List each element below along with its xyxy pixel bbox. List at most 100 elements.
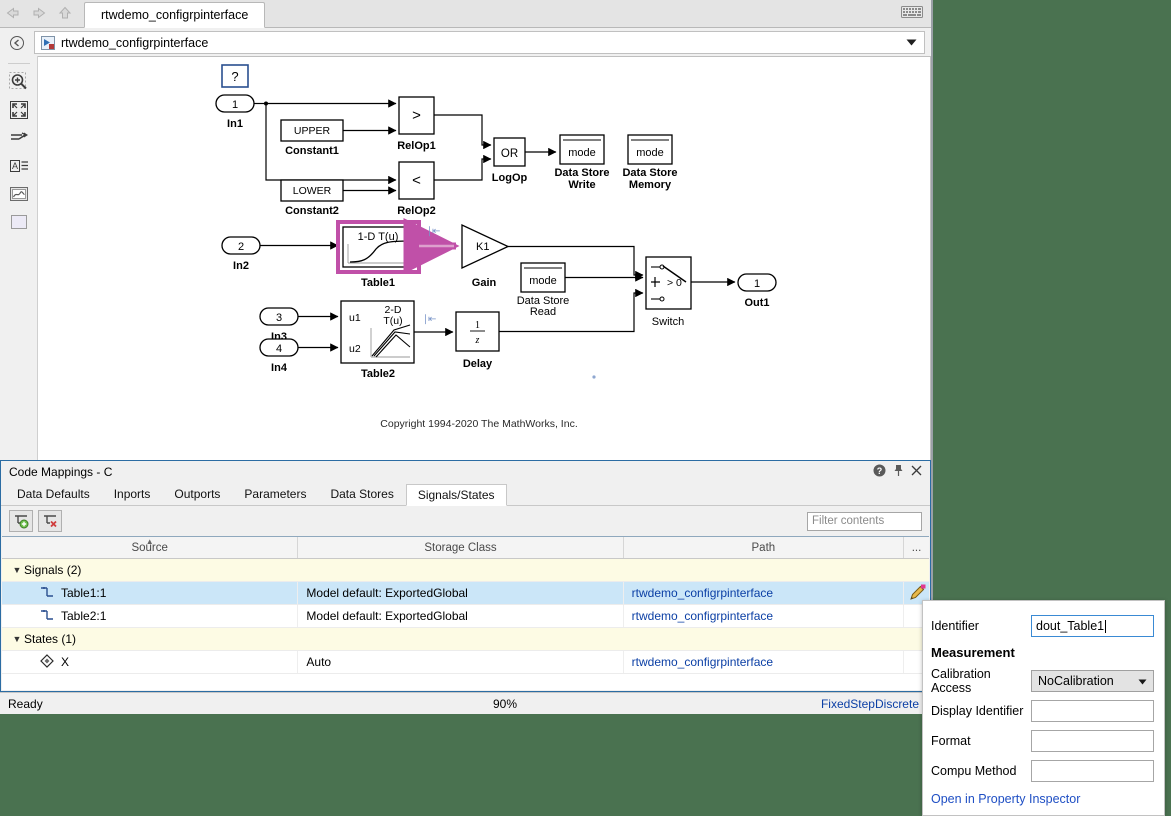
signal-icon <box>40 609 54 624</box>
tab-data-defaults[interactable]: Data Defaults <box>5 483 102 505</box>
text-annotation-icon[interactable]: A <box>6 153 32 179</box>
toolbar-divider <box>7 63 30 64</box>
cell-storage-class[interactable]: Model default: ExportedGlobal <box>298 582 624 604</box>
status-zoom[interactable]: 90% <box>420 697 590 711</box>
svg-text:1: 1 <box>754 278 760 290</box>
group-label-states: States (1) <box>24 632 77 646</box>
keyboard-icon[interactable] <box>901 5 923 19</box>
block-gain: K1 Gain <box>461 223 510 289</box>
area-rectangle-icon[interactable] <box>6 209 32 235</box>
circle-left-arrow-icon[interactable] <box>0 31 34 54</box>
block-delay: 1 z Delay <box>455 311 500 370</box>
svg-text:∣⇤: ∣⇤ <box>423 314 436 325</box>
mappings-table[interactable]: ▲ Source Storage Class Path ... ▼ Signal… <box>2 536 929 690</box>
svg-text:u1: u1 <box>349 312 361 324</box>
copyright-text: Copyright 1994-2020 The MathWorks, Inc. <box>380 418 577 430</box>
svg-text:mode: mode <box>568 147 596 159</box>
display-identifier-field[interactable] <box>1031 700 1154 722</box>
chevron-down-icon[interactable]: ▼ <box>10 565 24 575</box>
cell-path[interactable]: rtwdemo_configrpinterface <box>624 582 905 604</box>
source-label: Table1:1 <box>61 586 107 600</box>
model-icon <box>41 35 55 50</box>
group-row-states[interactable]: ▼ States (1) <box>2 628 929 651</box>
address-text: rtwdemo_configrpinterface <box>61 35 209 50</box>
remove-mapping-icon[interactable] <box>38 510 62 532</box>
format-field[interactable] <box>1031 730 1154 752</box>
block-switch: > 0 Switch <box>645 256 692 328</box>
table-row[interactable]: Table2:1 Model default: ExportedGlobal r… <box>2 605 929 628</box>
svg-text:Table2: Table2 <box>361 368 395 380</box>
fit-to-view-icon[interactable] <box>6 97 32 123</box>
block-in4: 4 In4 <box>259 338 299 374</box>
filter-input[interactable]: Filter contents <box>807 511 922 531</box>
cell-source: X <box>2 651 299 673</box>
image-icon[interactable] <box>6 181 32 207</box>
svg-text:?: ? <box>231 69 238 84</box>
back-arrow-icon[interactable] <box>0 0 26 26</box>
group-row-signals[interactable]: ▼ Signals (2) <box>2 559 929 582</box>
up-arrow-icon[interactable] <box>52 0 78 26</box>
cell-path[interactable]: rtwdemo_configrpinterface <box>624 605 905 627</box>
block-data-store-memory: mode Data Store Memory <box>622 134 678 191</box>
block-out1: 1 Out1 <box>737 273 777 309</box>
svg-text:<: < <box>412 172 421 189</box>
tab-signals-states[interactable]: Signals/States <box>405 484 507 506</box>
svg-text:2: 2 <box>238 241 244 253</box>
forward-arrow-icon[interactable] <box>26 0 52 26</box>
tab-label: rtwdemo_configrpinterface <box>101 8 249 22</box>
format-label: Format <box>931 734 971 748</box>
cell-storage-class[interactable]: Auto <box>298 651 624 673</box>
magnifier-plus-icon[interactable] <box>6 69 32 95</box>
signal-icon <box>40 586 54 601</box>
calibration-access-label: Calibration Access <box>931 667 991 695</box>
svg-text:>: > <box>412 107 421 124</box>
measurement-section-title: Measurement <box>931 645 1015 660</box>
svg-text:mode: mode <box>636 147 664 159</box>
group-label-signals: Signals (2) <box>24 563 82 577</box>
table-row[interactable]: Table1:1 Model default: ExportedGlobal r… <box>2 582 929 605</box>
svg-text:LOWER: LOWER <box>293 185 332 197</box>
chevron-down-icon[interactable] <box>904 39 918 46</box>
column-header-more[interactable]: ... <box>904 537 929 558</box>
identifier-field[interactable]: dout_Table1 <box>1031 615 1154 637</box>
status-solver[interactable]: FixedStepDiscrete <box>590 697 931 711</box>
block-in2: 2 In2 <box>221 236 261 272</box>
signal-routing-icon[interactable] <box>6 125 32 151</box>
add-mapping-icon[interactable] <box>9 510 33 532</box>
pin-icon[interactable] <box>894 464 903 480</box>
close-icon[interactable] <box>911 465 922 479</box>
column-header-source[interactable]: ▲ Source <box>2 537 299 558</box>
code-mappings-panel: Code Mappings - C ? Data Defaults Inport… <box>0 460 931 692</box>
svg-text:Constant1: Constant1 <box>285 145 339 157</box>
sort-ascending-icon: ▲ <box>145 537 154 546</box>
tab-parameters[interactable]: Parameters <box>232 483 318 505</box>
chevron-down-icon[interactable]: ▼ <box>10 634 24 644</box>
cell-path[interactable]: rtwdemo_configrpinterface <box>624 651 905 673</box>
address-field[interactable]: rtwdemo_configrpinterface <box>34 31 925 54</box>
open-in-property-inspector-link[interactable]: Open in Property Inspector <box>923 786 1164 806</box>
source-label: Table2:1 <box>61 609 107 623</box>
table-header-row: ▲ Source Storage Class Path ... <box>2 537 929 559</box>
row-format: Format <box>923 726 1164 756</box>
column-header-storage-class[interactable]: Storage Class <box>298 537 624 558</box>
help-icon[interactable]: ? <box>873 464 886 480</box>
filter-placeholder: Filter contents <box>812 515 885 527</box>
table-row[interactable]: X Auto rtwdemo_configrpinterface <box>2 651 929 674</box>
tab-outports[interactable]: Outports <box>162 483 232 505</box>
cell-source: Table1:1 <box>2 582 299 604</box>
compu-method-field[interactable] <box>1031 760 1154 782</box>
tab-inports[interactable]: Inports <box>102 483 163 505</box>
tab-rtwdemo-configrpinterface[interactable]: rtwdemo_configrpinterface <box>84 2 266 28</box>
address-bar: rtwdemo_configrpinterface <box>0 28 931 56</box>
text-caret <box>1105 619 1107 633</box>
block-in3: 3 In3 <box>259 307 299 343</box>
svg-text:K1: K1 <box>476 241 489 253</box>
block-data-store-read: mode Data Store Read <box>517 262 569 318</box>
svg-text:u2: u2 <box>349 343 361 355</box>
svg-text:z: z <box>475 335 480 346</box>
row-calibration-access: Calibration Access NoCalibration <box>923 666 1164 696</box>
column-header-path[interactable]: Path <box>624 537 905 558</box>
calibration-access-select[interactable]: NoCalibration <box>1031 670 1154 692</box>
cell-storage-class[interactable]: Model default: ExportedGlobal <box>298 605 624 627</box>
tab-data-stores[interactable]: Data Stores <box>318 483 405 505</box>
